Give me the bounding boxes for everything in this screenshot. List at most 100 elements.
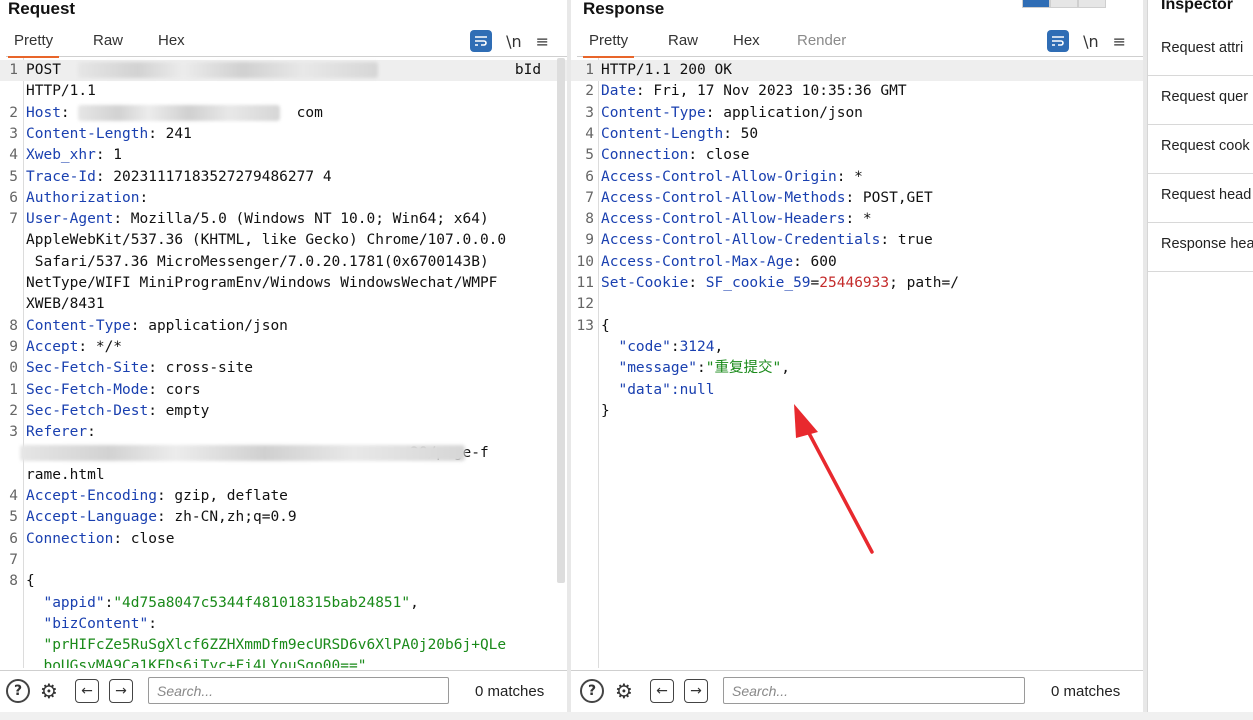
- code-line: "message":"重复提交",: [571, 358, 1143, 379]
- line-number: 7: [585, 189, 594, 206]
- request-search-bar: ? ⚙ ← → 0 matches: [0, 670, 567, 710]
- code-line: "code":3124,: [571, 337, 1143, 358]
- line-number: 11: [576, 275, 594, 291]
- line-content: Content-Type: application/json: [26, 317, 288, 334]
- response-editor[interactable]: 1 HTTP/1.1 200 OK 2 Date: Fri, 17 Nov 2023 …: [571, 58, 1143, 668]
- request-search-input[interactable]: [148, 677, 449, 704]
- line-content: AppleWebKit/537.36 (KHTML, like Gecko) C…: [26, 232, 507, 249]
- redaction-blur: [20, 445, 465, 462]
- code-line: Safari/537.36 MicroMessenger/7.0.20.1781…: [0, 252, 567, 273]
- wrap-lines-icon[interactable]: [470, 30, 493, 52]
- menu-icon[interactable]: ≡: [1113, 32, 1126, 51]
- help-icon[interactable]: ?: [580, 679, 604, 703]
- request-match-count: 0 matches: [475, 683, 545, 700]
- gear-icon[interactable]: ⚙: [612, 679, 636, 703]
- line-number: 8: [9, 317, 18, 334]
- request-scrollbar[interactable]: [557, 58, 565, 583]
- wrap-lines-icon[interactable]: [1047, 30, 1070, 52]
- line-content: "prHIFcZe5RuSgXlcf6ZZHXmmDfm9ecURSD6v6Xl…: [26, 637, 507, 654]
- arrow-right-icon[interactable]: →: [684, 679, 708, 703]
- line-content: boUGsyMA9Ca1KFDs6iTyc+Fi4LYouSgo00==": [26, 658, 367, 668]
- code-line: 3 Referer:: [0, 422, 567, 443]
- tab-render[interactable]: Render: [797, 32, 846, 49]
- line-content: Date: Fri, 17 Nov 2023 10:35:36 GMT: [601, 83, 907, 100]
- tab-raw[interactable]: Raw: [93, 32, 123, 49]
- response-tabs: Pretty Raw Hex Render \n ≡: [577, 27, 1143, 58]
- code-line: 2 Date: Fri, 17 Nov 2023 10:35:36 GMT: [571, 81, 1143, 102]
- line-content: Connection: close: [26, 530, 175, 547]
- code-line: 7 Access-Control-Allow-Methods: POST,GET: [571, 188, 1143, 209]
- code-line: 6 Authorization:: [0, 188, 567, 209]
- arrow-left-icon[interactable]: ←: [75, 679, 99, 703]
- code-line: 4 Accept-Encoding: gzip, deflate: [0, 486, 567, 507]
- code-line: rame.html: [0, 465, 567, 486]
- code-line: 8 Content-Type: application/json: [0, 316, 567, 337]
- line-content: Trace-Id: 20231117183527279486277 4: [26, 168, 332, 185]
- line-content: Set-Cookie: SF_cookie_59=25446933; path=…: [601, 275, 959, 291]
- response-panel: Response Pretty Raw Hex Render \n ≡ 1 HTT…: [571, 0, 1143, 720]
- tab-raw[interactable]: Raw: [668, 32, 698, 49]
- line-number: 1: [585, 62, 594, 78]
- arrow-right-icon[interactable]: →: [109, 679, 133, 703]
- layout-horizontal-button[interactable]: [1050, 0, 1078, 8]
- line-number: 6: [585, 168, 594, 185]
- line-number: 1: [9, 381, 18, 398]
- line-content: }: [601, 402, 610, 419]
- line-content: "bizContent":: [26, 615, 157, 632]
- code-line: 4 Xweb_xhr: 1: [0, 145, 567, 166]
- code-line: "bizContent":: [0, 614, 567, 635]
- line-content: HTTP/1.1 200 OK: [601, 62, 732, 78]
- line-content: "data":null: [601, 381, 715, 398]
- code-line: 10 Access-Control-Max-Age: 600: [571, 252, 1143, 273]
- inspector-item[interactable]: Request cook: [1148, 125, 1253, 174]
- layout-split-button[interactable]: [1022, 0, 1050, 8]
- line-content: Content-Type: application/json: [601, 104, 863, 121]
- arrow-left-icon[interactable]: ←: [650, 679, 674, 703]
- line-content: Referer:: [26, 424, 96, 441]
- gear-icon[interactable]: ⚙: [37, 679, 61, 703]
- menu-icon[interactable]: ≡: [536, 32, 549, 51]
- code-line: 13 {: [571, 316, 1143, 337]
- line-content: Sec-Fetch-Dest: empty: [26, 402, 210, 419]
- inspector-item[interactable]: Request quer: [1148, 76, 1253, 125]
- line-number: 13: [576, 317, 594, 334]
- line-number: 0: [9, 360, 18, 377]
- line-number: 4: [9, 147, 18, 164]
- inspector-item[interactable]: Request head: [1148, 174, 1253, 223]
- inspector-panel: Inspector Request attri Request quer Reque…: [1147, 0, 1253, 720]
- help-icon[interactable]: ?: [6, 679, 30, 703]
- line-content: Sec-Fetch-Mode: cors: [26, 381, 201, 398]
- code-line: 1 POST bId: [0, 60, 567, 81]
- line-content: "code":3124,: [601, 338, 724, 355]
- tab-pretty[interactable]: Pretty: [7, 32, 60, 58]
- line-content: rame.html: [26, 466, 105, 483]
- request-tabs: Pretty Raw Hex \n ≡: [6, 27, 567, 58]
- line-content: {: [601, 317, 610, 334]
- line-content: Accept: */*: [26, 338, 123, 355]
- code-line: 1 Sec-Fetch-Mode: cors: [0, 380, 567, 401]
- newline-icon[interactable]: \n: [506, 32, 522, 51]
- line-content: Connection: close: [601, 147, 750, 164]
- tab-pretty[interactable]: Pretty: [582, 32, 635, 58]
- line-content: Content-Length: 50: [601, 125, 759, 142]
- inspector-item[interactable]: Request attri: [1148, 27, 1253, 76]
- response-search-input[interactable]: [723, 677, 1025, 704]
- line-content: Authorization:: [26, 189, 149, 206]
- line-content: Access-Control-Allow-Headers: *: [601, 211, 872, 228]
- line-content: Accept-Language: zh-CN,zh;q=0.9: [26, 509, 297, 526]
- line-number: 2: [9, 402, 18, 419]
- line-content: Safari/537.36 MicroMessenger/7.0.20.1781…: [26, 253, 489, 270]
- inspector-item[interactable]: Response hea: [1148, 223, 1253, 272]
- line-content: HTTP/1.1: [26, 83, 96, 100]
- line-number: 8: [585, 211, 594, 228]
- newline-icon[interactable]: \n: [1083, 32, 1099, 51]
- layout-vertical-button[interactable]: [1078, 0, 1106, 8]
- request-editor[interactable]: 1 POST bId HTTP/1.1 2 Host: com 3 Content-Leng…: [0, 58, 567, 668]
- code-line: 8 Access-Control-Allow-Headers: *: [571, 209, 1143, 230]
- code-line: 28/page-f: [0, 443, 567, 464]
- tab-hex[interactable]: Hex: [158, 32, 185, 49]
- line-content: "message":"重复提交",: [601, 360, 790, 377]
- line-number: 2: [585, 83, 594, 100]
- tab-hex[interactable]: Hex: [733, 32, 760, 49]
- line-number: 7: [9, 211, 18, 228]
